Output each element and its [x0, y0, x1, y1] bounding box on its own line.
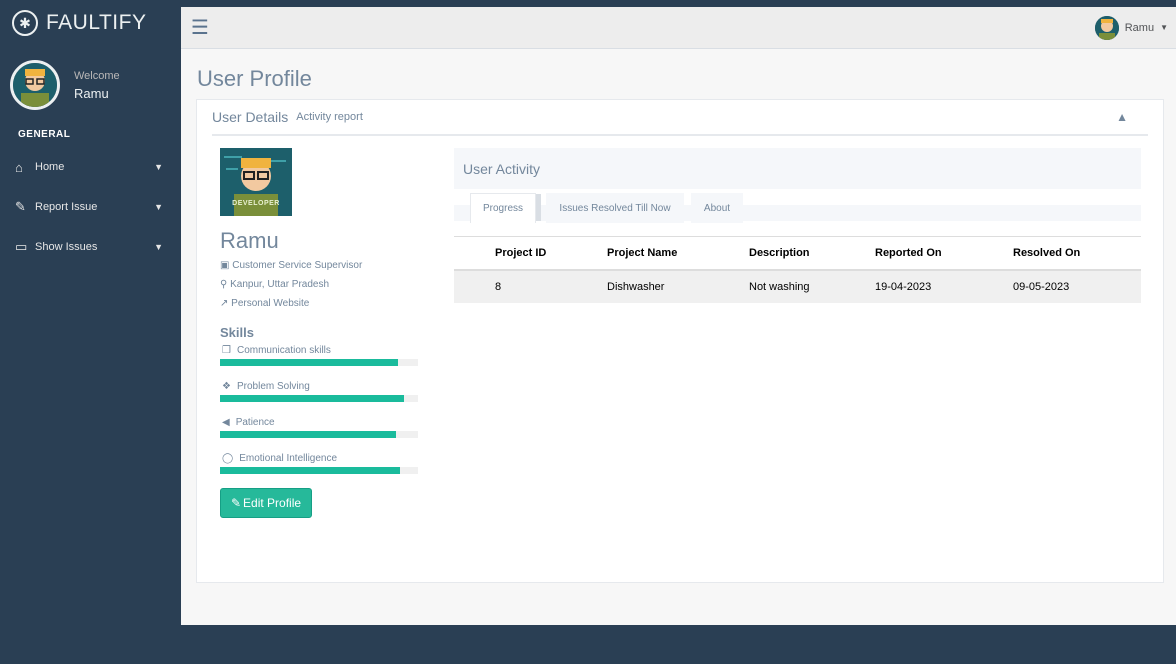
external-link-icon: ↗ — [220, 298, 232, 309]
brand[interactable]: ✱ FAULTIFY — [0, 0, 181, 46]
main-content: User Profile User Details Activity repor… — [181, 49, 1176, 625]
sidebar-item-report-issue[interactable]: ✎ Report Issue ▼ — [0, 187, 181, 227]
bug-icon: ✱ — [12, 10, 38, 36]
skill-patience: ◀ Patience — [220, 417, 418, 438]
menu-toggle-icon[interactable]: ☰ — [191, 15, 209, 40]
user-menu-name: Ramu — [1124, 21, 1155, 34]
activity-tabs: Progress Issues Resolved Till Now About — [454, 189, 1141, 225]
activity-table: Project ID Project Name Description Repo… — [454, 236, 1141, 303]
column-header-reported-on: Reported On — [875, 236, 1013, 271]
table-row[interactable]: 8 Dishwasher Not washing 19-04-2023 09-0… — [454, 269, 1141, 303]
users-icon: ❒ — [222, 345, 231, 356]
lightbulb-icon: ◯ — [222, 453, 234, 464]
chevron-up-icon[interactable]: ▲ — [1116, 110, 1128, 124]
edit-profile-label: Edit Profile — [243, 496, 302, 510]
footer — [181, 625, 1176, 664]
edit-icon: ✎ — [230, 496, 242, 510]
chevron-down-icon: ▼ — [154, 202, 163, 212]
skill-communication: ❒ Communication skills — [220, 345, 418, 366]
tab-progress[interactable]: Progress — [470, 193, 536, 223]
skill-progress-track — [220, 467, 418, 474]
avatar — [1094, 15, 1119, 40]
chevron-down-icon: ▼ — [154, 162, 163, 172]
profile-image: DEVELOPER — [220, 148, 292, 216]
cell-resolved-on: 09-05-2023 — [1013, 269, 1141, 303]
user-role: ▣ Customer Service Supervisor — [220, 260, 362, 271]
skill-problem-solving: ❖ Problem Solving — [220, 381, 418, 402]
avatar — [10, 60, 60, 110]
sidebar-item-show-issues[interactable]: ▭ Show Issues ▼ — [0, 227, 181, 267]
personal-website-link[interactable]: ↗ Personal Website — [220, 298, 309, 309]
skill-label: Communication skills — [236, 345, 331, 356]
user-name: Ramu — [220, 228, 279, 253]
cell-project-id: 8 — [454, 269, 607, 303]
skill-progress-track — [220, 431, 418, 438]
page-title: User Profile — [197, 66, 312, 91]
sidebar-item-label: Home — [35, 161, 65, 173]
user-role-text: Customer Service Supervisor — [232, 260, 363, 271]
column-header-description: Description — [749, 236, 875, 271]
table-header-row: Project ID Project Name Description Repo… — [454, 236, 1141, 271]
skill-label: Emotional Intelligence — [239, 453, 338, 464]
cell-reported-on: 19-04-2023 — [875, 269, 1013, 303]
user-menu[interactable]: Ramu ▼ — [1094, 15, 1168, 40]
column-header-project-name: Project Name — [607, 236, 749, 271]
home-icon: ⌂ — [15, 159, 23, 175]
cell-project-name: Dishwasher — [607, 269, 749, 303]
desktop-icon: ▭ — [15, 239, 28, 254]
caret-down-icon: ▼ — [1160, 23, 1168, 32]
sidebar-profile: Welcome Ramu — [0, 46, 181, 124]
tab-about[interactable]: About — [691, 193, 743, 223]
sidebar: ✱ FAULTIFY Welcome Ramu GENERAL ⌂ Home ▼… — [0, 0, 181, 664]
column-header-resolved-on: Resolved On — [1013, 236, 1141, 271]
tab-issues-resolved[interactable]: Issues Resolved Till Now — [546, 193, 684, 223]
panel-header: User Details Activity report ▲ — [212, 100, 1148, 136]
column-header-project-id: Project ID — [454, 236, 607, 271]
skill-progress-bar — [220, 467, 401, 474]
tab-divider — [536, 194, 541, 221]
briefcase-icon: ▣ — [220, 260, 233, 271]
profile-image-label: DEVELOPER — [232, 200, 280, 207]
top-nav: ☰ Ramu ▼ — [181, 7, 1176, 49]
skill-progress-bar — [220, 395, 405, 402]
welcome-user-name: Ramu — [74, 85, 109, 101]
hand-icon: ◀ — [222, 417, 230, 428]
skill-label: Problem Solving — [236, 381, 310, 392]
edit-profile-button[interactable]: ✎ Edit Profile — [220, 488, 312, 518]
skill-emotional-intelligence: ◯ Emotional Intelligence — [220, 453, 418, 474]
sidebar-item-home[interactable]: ⌂ Home ▼ — [0, 147, 181, 187]
user-location-text: Kanpur, Uttar Pradesh — [230, 279, 330, 290]
chevron-down-icon: ▼ — [154, 242, 163, 252]
sidebar-item-label: Show Issues — [35, 241, 98, 253]
panel-title: User Details — [212, 109, 289, 125]
skill-progress-track — [220, 395, 418, 402]
activity-title: User Activity — [454, 148, 1141, 189]
user-location: ⚲ Kanpur, Uttar Pradesh — [220, 279, 329, 290]
skills-title: Skills — [220, 325, 254, 340]
skill-progress-track — [220, 359, 418, 366]
user-details-panel: User Details Activity report ▲ DEVELOPER… — [196, 99, 1164, 583]
cell-description: Not washing — [749, 269, 875, 303]
edit-icon: ✎ — [15, 199, 26, 214]
skill-progress-bar — [220, 359, 399, 366]
welcome-text: Welcome — [74, 69, 120, 82]
puzzle-icon: ❖ — [222, 381, 231, 392]
brand-name: FAULTIFY — [46, 11, 147, 34]
skill-progress-bar — [220, 431, 397, 438]
section-title: GENERAL — [18, 129, 71, 140]
skill-label: Patience — [235, 417, 275, 428]
personal-website-text: Personal Website — [231, 298, 310, 309]
user-activity: User Activity Progress Issues Resolved T… — [454, 148, 1141, 303]
panel-subtitle: Activity report — [296, 111, 363, 123]
sidebar-item-label: Report Issue — [35, 201, 98, 213]
map-marker-icon: ⚲ — [220, 279, 231, 290]
